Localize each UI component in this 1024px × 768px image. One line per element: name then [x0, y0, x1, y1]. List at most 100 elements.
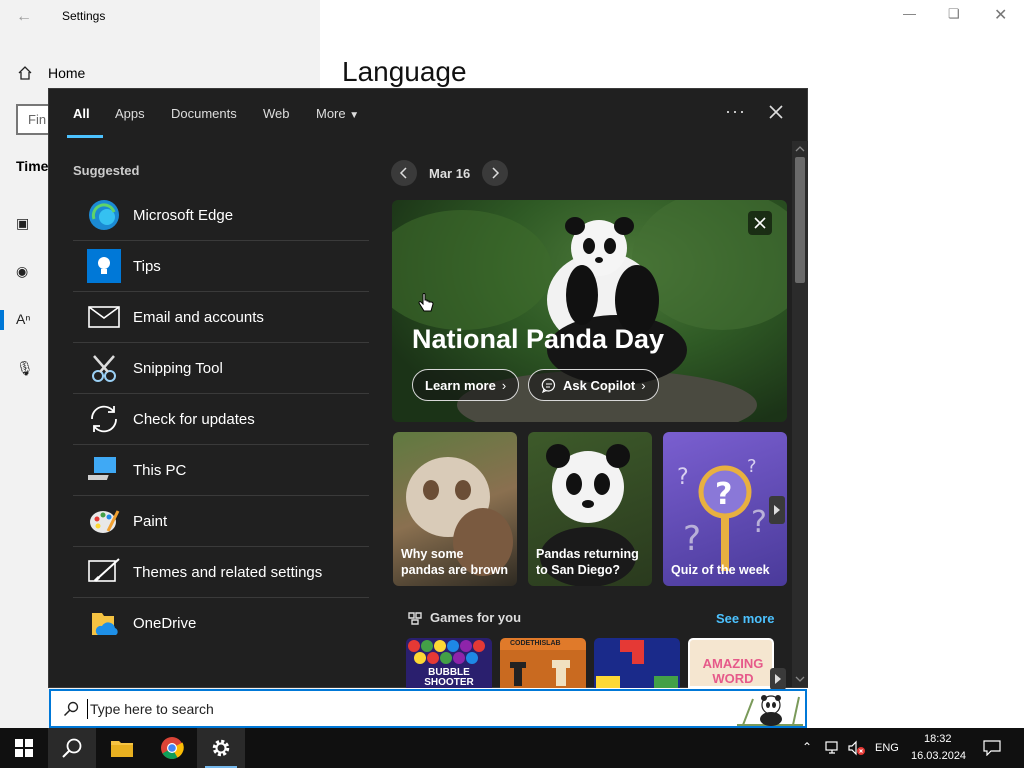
chevron-right-icon [774, 505, 780, 515]
tab-apps[interactable]: Apps [115, 106, 145, 121]
tab-all[interactable]: All [73, 106, 90, 121]
search-icon [62, 738, 82, 758]
next-day-button[interactable] [482, 160, 509, 186]
list-item[interactable]: OneDrive [73, 598, 369, 649]
clock-date[interactable]: 16.03.2024 [911, 750, 966, 762]
list-item[interactable]: Snipping Tool [73, 343, 369, 394]
suggested-heading: Suggested [73, 163, 140, 178]
caption-line-1: Pandas returning [536, 547, 639, 561]
games-next-button[interactable] [770, 668, 786, 690]
news-card-caption: Pandas returning to San Diego? [536, 546, 639, 578]
mail-icon [87, 300, 121, 334]
cards-next-button[interactable] [769, 496, 785, 524]
chess-image [500, 650, 586, 688]
search-input[interactable] [87, 699, 687, 719]
speech-icon[interactable]: 🎙 [16, 360, 34, 378]
chevron-right-icon [492, 167, 500, 179]
region-icon[interactable]: ◉ [16, 263, 34, 281]
ask-copilot-button[interactable]: Ask Copilot › [528, 369, 659, 401]
scroll-up-icon[interactable] [792, 143, 808, 155]
list-item[interactable]: Paint [73, 496, 369, 547]
game-tile[interactable] [594, 638, 680, 688]
tab-documents[interactable]: Documents [171, 106, 237, 121]
caption-line-1: Why some [401, 547, 464, 561]
list-item-label: Themes and related settings [133, 563, 323, 581]
clock-time[interactable]: 18:32 [924, 733, 952, 745]
input-language-indicator[interactable]: ENG [875, 742, 899, 754]
list-item[interactable]: This PC [73, 445, 369, 496]
tips-icon [87, 249, 121, 283]
caption-line-1: Quiz of the week [671, 563, 770, 577]
see-more-link[interactable]: See more [716, 611, 775, 626]
volume-muted-icon[interactable] [848, 740, 866, 756]
themes-icon [87, 555, 121, 589]
game-tile[interactable]: AMAZING WORD [688, 638, 774, 688]
chevron-right-icon: › [641, 377, 646, 393]
chevron-right-icon [775, 674, 781, 684]
close-window-icon[interactable]: ✕ [994, 5, 1007, 25]
hero-card[interactable]: National Panda Day Learn more › Ask Copi… [392, 200, 787, 422]
notifications-icon[interactable] [983, 740, 1001, 756]
gear-icon [212, 739, 230, 757]
prev-day-button[interactable] [391, 160, 417, 186]
network-icon[interactable] [825, 740, 841, 756]
list-item-label: This PC [133, 461, 187, 479]
language-icon[interactable]: Aⁿ [16, 311, 34, 329]
home-nav-item[interactable]: Home [48, 65, 85, 81]
game-tile[interactable]: CODETHISLAB [500, 638, 586, 688]
close-icon [754, 217, 766, 229]
more-options-icon[interactable]: ··· [725, 101, 746, 122]
svg-text:?: ? [715, 477, 732, 512]
minimize-icon[interactable]: — [903, 6, 916, 21]
onedrive-icon [87, 607, 121, 641]
start-button[interactable] [0, 728, 48, 768]
chevron-right-icon: › [501, 377, 507, 393]
games-heading: Games for you [407, 610, 521, 625]
show-hidden-icons-icon[interactable]: ⌃ [802, 740, 812, 754]
chrome-button[interactable] [148, 728, 196, 768]
list-item-label: OneDrive [133, 615, 197, 632]
game-title: AMAZING WORD [702, 656, 764, 686]
window-title: Settings [62, 9, 106, 23]
back-arrow-icon[interactable]: ← [16, 8, 32, 26]
list-item-label: Snipping Tool [133, 359, 223, 377]
list-item-label: Paint [133, 512, 168, 530]
scrollbar-thumb[interactable] [795, 157, 805, 283]
restore-icon[interactable]: ❏ [948, 6, 960, 22]
news-card[interactable]: Pandas returning to San Diego? [528, 432, 652, 586]
block-puzzle-image [596, 640, 678, 688]
search-icon [63, 701, 79, 717]
date-time-icon[interactable]: ▣ [16, 215, 34, 233]
list-item[interactable]: Tips [73, 241, 369, 292]
page-title: Language [342, 56, 467, 87]
tab-more-label: More [316, 106, 346, 121]
games-icon [408, 611, 422, 625]
taskbar-search-button[interactable] [48, 728, 96, 768]
section-heading: Time [16, 158, 49, 174]
search-box [49, 689, 807, 728]
settings-taskbar-button[interactable] [197, 728, 245, 768]
list-item[interactable]: Check for updates [73, 394, 369, 445]
panda-doodle-icon [737, 695, 803, 726]
hero-close-button[interactable] [748, 211, 772, 235]
caption-line-2: to San Diego? [536, 563, 621, 577]
caret-down-icon: ▼ [349, 110, 360, 121]
tab-web[interactable]: Web [263, 106, 290, 121]
news-card-caption: Why some pandas are brown [401, 546, 508, 578]
list-item[interactable]: Email and accounts [73, 292, 369, 343]
learn-more-label: Learn more [425, 377, 496, 393]
scroll-down-icon[interactable] [792, 673, 808, 685]
list-item[interactable]: Microsoft Edge [73, 190, 369, 241]
learn-more-button[interactable]: Learn more › [412, 369, 520, 401]
scrollbar[interactable] [792, 141, 808, 687]
windows-logo-icon [15, 739, 33, 757]
tab-more[interactable]: More ▼ [316, 106, 359, 121]
game-tile[interactable]: BUBBLE SHOOTER [406, 638, 492, 688]
file-explorer-button[interactable] [98, 728, 146, 768]
close-icon[interactable] [767, 103, 785, 121]
search-flyout: All Apps Documents Web More ▼ ··· Sugges… [48, 88, 808, 690]
list-item-label: Microsoft Edge [133, 206, 234, 224]
news-card[interactable]: Why some pandas are brown [393, 432, 517, 586]
list-item[interactable]: Themes and related settings [73, 547, 369, 598]
selected-indicator [0, 310, 4, 330]
